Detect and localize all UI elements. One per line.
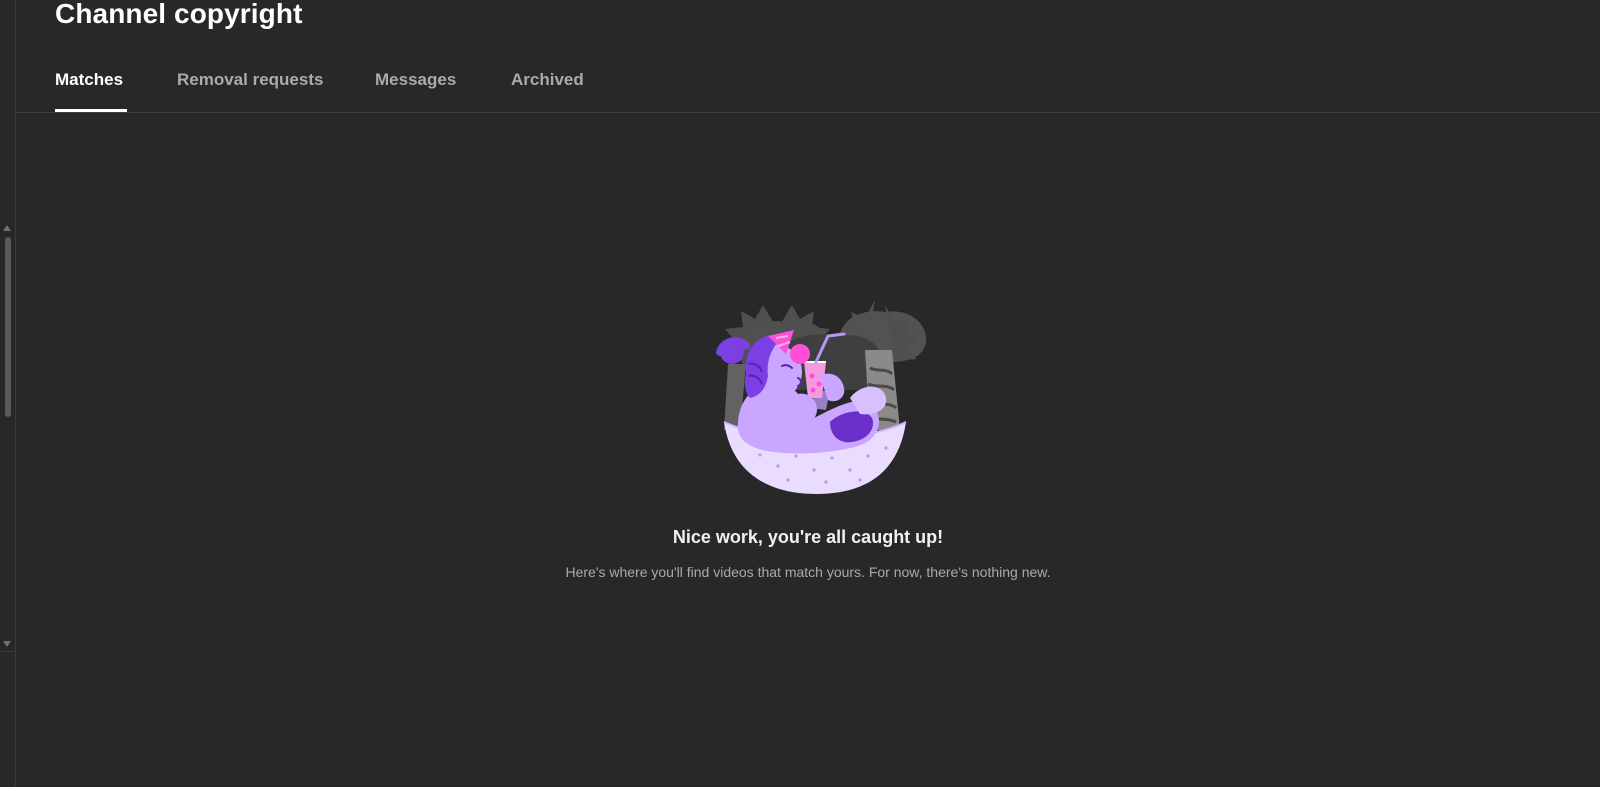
empty-state-title: Nice work, you're all caught up! <box>672 527 944 547</box>
tab-removal-requests[interactable]: Removal requests <box>177 70 323 112</box>
tab-matches[interactable]: Matches <box>55 70 127 112</box>
scrollbar-thumb[interactable] <box>5 237 11 417</box>
page-title: Channel copyright <box>55 0 303 29</box>
scroll-down-arrow-icon[interactable] <box>3 641 11 647</box>
left-rail <box>0 0 16 787</box>
relaxing-hammock-illustration-icon <box>716 300 927 494</box>
tab-bar: Matches Removal requests Messages Archiv… <box>16 60 1600 113</box>
scroll-up-arrow-icon[interactable] <box>3 225 11 231</box>
empty-state-subtitle: Here's where you'll find videos that mat… <box>565 564 1051 580</box>
tab-messages[interactable]: Messages <box>375 70 456 112</box>
rail-divider <box>0 651 14 652</box>
tab-archived[interactable]: Archived <box>511 70 584 112</box>
main-content: Channel copyright Matches Removal reques… <box>16 0 1600 787</box>
